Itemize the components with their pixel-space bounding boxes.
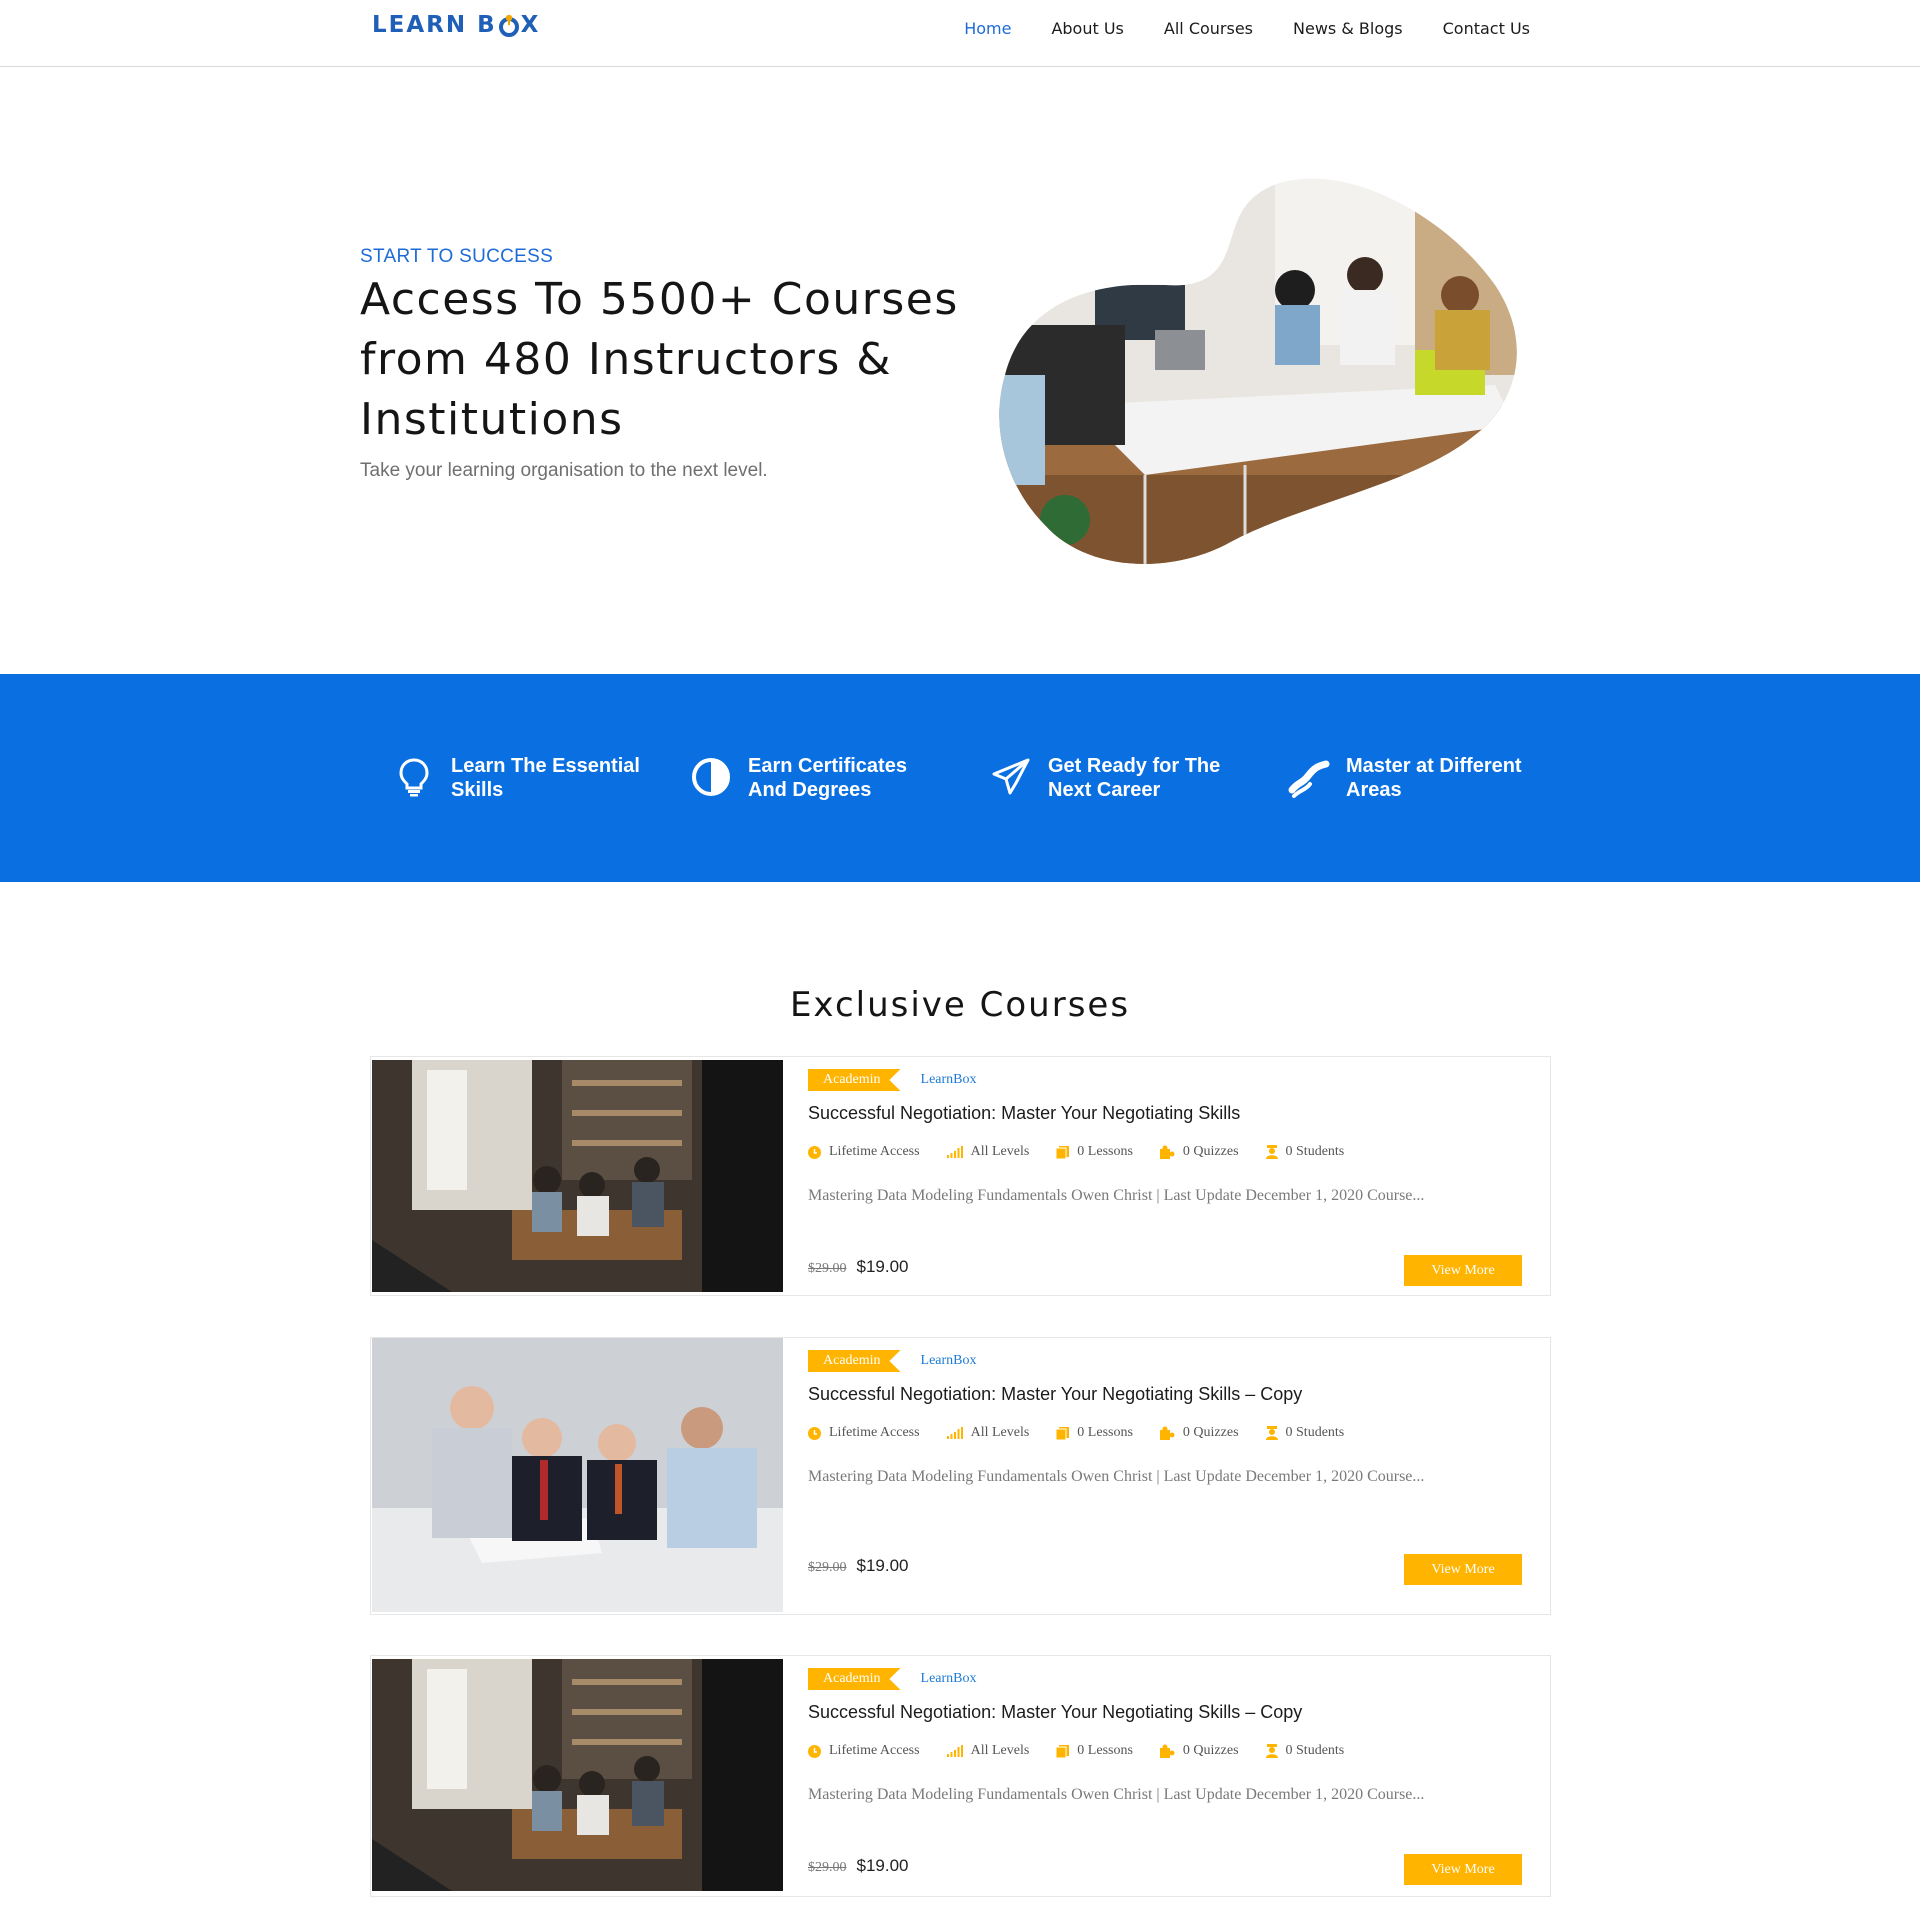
- lightbulb-icon: [399, 758, 429, 797]
- course-thumbnail[interactable]: [372, 1338, 783, 1612]
- puzzle-icon: [1159, 1744, 1175, 1758]
- meta-quizzes: 0 Quizzes: [1159, 1144, 1239, 1160]
- meta-quizzes: 0 Quizzes: [1159, 1743, 1239, 1759]
- current-price: $19.00: [856, 1257, 909, 1276]
- course-price: $29.00 $19.00: [808, 1556, 909, 1576]
- course-meta: Lifetime Access All Levels 0 Lessons 0 Q…: [808, 1425, 1371, 1441]
- ribbon-icon: [1288, 760, 1330, 798]
- course-author[interactable]: LearnBox: [921, 1353, 977, 1369]
- student-icon: [1265, 1145, 1278, 1159]
- clock-icon: [808, 1145, 821, 1159]
- hero-subtitle: Take your learning organisation to the n…: [360, 460, 768, 481]
- student-icon: [1265, 1426, 1278, 1440]
- site-logo[interactable]: LEARN B X: [372, 10, 540, 40]
- course-title[interactable]: Successful Negotiation: Master Your Nego…: [808, 1702, 1302, 1723]
- feature-label: Master at Different Areas: [1346, 755, 1522, 801]
- course-tag: Academin LearnBox: [808, 1350, 977, 1372]
- logo-text-left: LEARN B: [372, 12, 497, 38]
- signal-bars-icon: [946, 1146, 963, 1158]
- course-meta: Lifetime Access All Levels 0 Lessons 0 Q…: [808, 1743, 1371, 1759]
- logo-text-right: X: [520, 12, 541, 38]
- view-more-button[interactable]: View More: [1404, 1854, 1522, 1885]
- course-tag: Academin LearnBox: [808, 1668, 977, 1690]
- meta-quizzes: 0 Quizzes: [1159, 1425, 1239, 1441]
- course-category[interactable]: Academin: [808, 1350, 901, 1372]
- meta-students: 0 Students: [1265, 1144, 1344, 1160]
- meta-access: Lifetime Access: [808, 1425, 920, 1441]
- site-header: LEARN B X Home About Us All Courses News…: [0, 0, 1920, 67]
- course-thumbnail[interactable]: [372, 1659, 783, 1891]
- puzzle-icon: [1159, 1145, 1175, 1159]
- copy-icon: [1056, 1145, 1070, 1159]
- nav-news-blogs[interactable]: News & Blogs: [1293, 19, 1403, 38]
- clock-icon: [808, 1426, 821, 1440]
- paper-plane-icon: [992, 758, 1030, 795]
- feature-band: Learn The Essential Skills Earn Certific…: [0, 674, 1920, 882]
- view-more-button[interactable]: View More: [1404, 1554, 1522, 1585]
- course-tag: Academin LearnBox: [808, 1069, 977, 1091]
- meta-lessons: 0 Lessons: [1056, 1144, 1133, 1160]
- copy-icon: [1056, 1426, 1070, 1440]
- hero-kicker: START TO SUCCESS: [360, 246, 554, 267]
- course-thumbnail[interactable]: [372, 1060, 783, 1292]
- course-title[interactable]: Successful Negotiation: Master Your Nego…: [808, 1103, 1240, 1124]
- current-price: $19.00: [856, 1556, 909, 1575]
- signal-bars-icon: [946, 1427, 963, 1439]
- course-category[interactable]: Academin: [808, 1069, 901, 1091]
- meta-level: All Levels: [946, 1425, 1029, 1441]
- clock-icon: [808, 1744, 821, 1758]
- course-title[interactable]: Successful Negotiation: Master Your Nego…: [808, 1384, 1302, 1405]
- meta-students: 0 Students: [1265, 1743, 1344, 1759]
- meta-lessons: 0 Lessons: [1056, 1743, 1133, 1759]
- feature-label: Learn The Essential Skills: [451, 755, 640, 801]
- logo-o-mark-icon: [498, 14, 520, 37]
- course-card: Academin LearnBox Successful Negotiation…: [370, 1056, 1551, 1296]
- course-card: Academin LearnBox Successful Negotiation…: [370, 1337, 1551, 1615]
- old-price: $29.00: [808, 1860, 847, 1875]
- half-circle-icon: [692, 758, 730, 796]
- section-title: Exclusive Courses: [789, 985, 1131, 1025]
- feature-label: Earn Certificates And Degrees: [748, 755, 907, 801]
- hero-title: Access To 5500+ Courses from 480 Instruc…: [360, 274, 959, 445]
- feature-label: Get Ready for The Next Career: [1048, 755, 1221, 801]
- signal-bars-icon: [946, 1745, 963, 1757]
- meta-access: Lifetime Access: [808, 1743, 920, 1759]
- hero-blob-image: [999, 178, 1517, 564]
- feature-certificates: Earn Certificates And Degrees: [690, 754, 938, 802]
- course-description: Mastering Data Modeling Fundamentals Owe…: [808, 1187, 1425, 1204]
- meta-students: 0 Students: [1265, 1425, 1344, 1441]
- meta-access: Lifetime Access: [808, 1144, 920, 1160]
- feature-next-career: Get Ready for The Next Career: [990, 754, 1238, 802]
- old-price: $29.00: [808, 1261, 847, 1276]
- old-price: $29.00: [808, 1560, 847, 1575]
- copy-icon: [1056, 1744, 1070, 1758]
- feature-master-areas: Master at Different Areas: [1288, 754, 1536, 802]
- view-more-button[interactable]: View More: [1404, 1255, 1522, 1286]
- current-price: $19.00: [856, 1856, 909, 1875]
- course-author[interactable]: LearnBox: [921, 1671, 977, 1687]
- course-card: Academin LearnBox Successful Negotiation…: [370, 1655, 1551, 1897]
- meta-lessons: 0 Lessons: [1056, 1425, 1133, 1441]
- nav-contact-us[interactable]: Contact Us: [1443, 19, 1530, 38]
- feature-essential-skills: Learn The Essential Skills: [393, 754, 641, 802]
- course-meta: Lifetime Access All Levels 0 Lessons 0 Q…: [808, 1144, 1371, 1160]
- course-price: $29.00 $19.00: [808, 1257, 909, 1277]
- main-nav: Home About Us All Courses News & Blogs C…: [924, 19, 1530, 38]
- course-price: $29.00 $19.00: [808, 1856, 909, 1876]
- meta-level: All Levels: [946, 1144, 1029, 1160]
- student-icon: [1265, 1744, 1278, 1758]
- course-description: Mastering Data Modeling Fundamentals Owe…: [808, 1786, 1425, 1803]
- course-description: Mastering Data Modeling Fundamentals Owe…: [808, 1468, 1425, 1485]
- nav-about-us[interactable]: About Us: [1051, 19, 1123, 38]
- course-category[interactable]: Academin: [808, 1668, 901, 1690]
- puzzle-icon: [1159, 1426, 1175, 1440]
- nav-all-courses[interactable]: All Courses: [1164, 19, 1253, 38]
- nav-home[interactable]: Home: [964, 19, 1011, 38]
- meta-level: All Levels: [946, 1743, 1029, 1759]
- course-author[interactable]: LearnBox: [921, 1072, 977, 1088]
